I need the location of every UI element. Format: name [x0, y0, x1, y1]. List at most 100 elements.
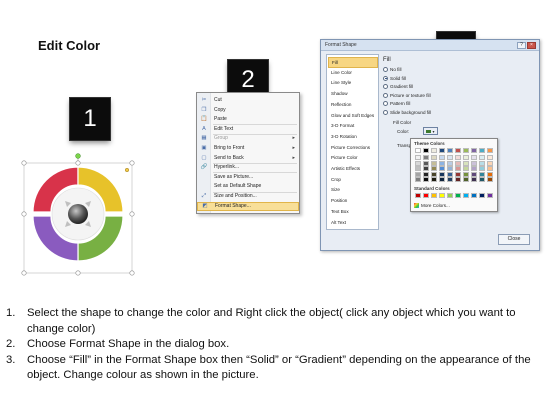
fill-option-slide-background-fill[interactable]: Slide background fill — [383, 109, 431, 115]
standard-color-swatch[interactable] — [463, 193, 469, 198]
fill-option-solid-fill[interactable]: Solid fill — [383, 75, 406, 81]
fill-option-pattern-fill[interactable]: Pattern fill — [383, 101, 410, 106]
color-wheel-shape[interactable] — [20, 152, 140, 280]
standard-color-swatch[interactable] — [415, 193, 421, 198]
category-item-fill[interactable]: Fill — [328, 57, 378, 68]
category-item-3-d-format[interactable]: 3-D Format — [328, 121, 378, 132]
theme-color-tint-swatch[interactable] — [431, 166, 437, 172]
category-item-picture-corrections[interactable]: Picture Corrections — [328, 143, 378, 154]
theme-color-swatch[interactable] — [415, 148, 421, 153]
theme-color-tint-swatch[interactable] — [487, 155, 493, 160]
radio-button[interactable] — [383, 101, 388, 106]
theme-color-tint-swatch[interactable] — [439, 171, 445, 177]
theme-color-tint-swatch[interactable] — [455, 160, 461, 166]
fill-option-picture-or-texture-fill[interactable]: Picture or texture fill — [383, 92, 431, 98]
category-item-alt-text[interactable]: Alt Text — [328, 218, 378, 229]
theme-color-swatch[interactable] — [447, 148, 453, 153]
theme-color-tint-swatch[interactable] — [471, 155, 477, 160]
theme-color-tint-swatch[interactable] — [463, 177, 469, 183]
theme-color-tint-swatch[interactable] — [463, 160, 469, 166]
fill-option-gradient-fill[interactable]: Gradient fill — [383, 84, 413, 89]
menu-item-size-and-position[interactable]: ⤢ Size and Position... — [197, 192, 299, 202]
theme-color-tint-swatch[interactable] — [455, 171, 461, 177]
theme-color-tint-swatch[interactable] — [415, 160, 421, 166]
standard-color-swatch[interactable] — [455, 193, 461, 198]
adjust-handle[interactable] — [124, 167, 130, 173]
rotate-handle[interactable] — [75, 153, 81, 159]
theme-color-tint-swatch[interactable] — [455, 177, 461, 183]
menu-item-copy[interactable]: ❐ Copy — [197, 106, 299, 116]
theme-color-tint-swatch[interactable] — [463, 166, 469, 172]
theme-color-tint-swatch[interactable] — [479, 171, 485, 177]
theme-color-tint-swatch[interactable] — [471, 171, 477, 177]
theme-color-tint-swatch[interactable] — [415, 177, 421, 183]
theme-color-tint-swatch[interactable] — [423, 171, 429, 177]
theme-color-tint-swatch[interactable] — [431, 171, 437, 177]
category-item-crop[interactable]: Crop — [328, 175, 378, 186]
category-item-glow-and-soft-edges[interactable]: Glow and Soft Edges — [328, 111, 378, 122]
standard-color-swatch[interactable] — [487, 193, 493, 198]
theme-color-tint-swatch[interactable] — [415, 171, 421, 177]
theme-color-swatch[interactable] — [455, 148, 461, 153]
theme-color-swatch[interactable] — [431, 148, 437, 153]
category-item-line-color[interactable]: Line Color — [328, 68, 378, 79]
theme-color-tint-swatch[interactable] — [431, 177, 437, 183]
theme-color-tint-swatch[interactable] — [471, 177, 477, 183]
theme-color-tint-swatch[interactable] — [463, 155, 469, 160]
theme-color-tint-swatch[interactable] — [487, 171, 493, 177]
standard-color-swatch[interactable] — [447, 193, 453, 198]
theme-color-swatch[interactable] — [471, 148, 477, 153]
theme-color-tint-swatch[interactable] — [479, 160, 485, 166]
theme-color-swatch[interactable] — [479, 148, 485, 153]
standard-color-swatch[interactable] — [439, 193, 445, 198]
theme-color-tint-swatch[interactable] — [447, 171, 453, 177]
theme-color-tint-swatch[interactable] — [447, 160, 453, 166]
theme-color-tint-swatch[interactable] — [479, 177, 485, 183]
theme-color-tint-swatch[interactable] — [487, 177, 493, 183]
theme-color-tint-swatch[interactable] — [439, 166, 445, 172]
theme-color-tint-swatch[interactable] — [431, 160, 437, 166]
standard-color-swatch[interactable] — [479, 193, 485, 198]
category-item-line-style[interactable]: Line Style — [328, 78, 378, 89]
category-item-text-box[interactable]: Text Box — [328, 207, 378, 218]
menu-item-save-as-picture[interactable]: Save as Picture... — [197, 173, 299, 183]
fill-option-no-fill[interactable]: No fill — [383, 67, 402, 72]
standard-color-swatch[interactable] — [471, 193, 477, 198]
radio-button[interactable] — [383, 84, 388, 89]
theme-color-tint-swatch[interactable] — [423, 160, 429, 166]
theme-color-tint-swatch[interactable] — [447, 155, 453, 160]
theme-color-tint-swatch[interactable] — [423, 155, 429, 160]
theme-color-tint-swatch[interactable] — [415, 155, 421, 160]
help-button[interactable]: ? — [517, 42, 526, 49]
theme-color-swatch[interactable] — [487, 148, 493, 153]
theme-color-tint-swatch[interactable] — [487, 160, 493, 166]
theme-color-tint-swatch[interactable] — [415, 166, 421, 172]
radio-button[interactable] — [383, 67, 388, 72]
radio-button[interactable] — [383, 92, 388, 98]
theme-color-tint-swatch[interactable] — [487, 166, 493, 172]
wheel-center-knob[interactable] — [68, 204, 88, 224]
theme-color-tint-swatch[interactable] — [423, 177, 429, 183]
category-item-size[interactable]: Size — [328, 185, 378, 196]
radio-button[interactable] — [383, 75, 388, 81]
theme-color-tint-swatch[interactable] — [423, 166, 429, 172]
theme-color-swatch[interactable] — [423, 148, 429, 153]
close-button[interactable]: Close — [498, 234, 530, 245]
more-colors-link[interactable]: More Colors... — [414, 203, 450, 208]
theme-color-swatch[interactable] — [439, 148, 445, 153]
theme-color-tint-swatch[interactable] — [447, 166, 453, 172]
menu-item-cut[interactable]: ✂ Cut — [197, 96, 299, 106]
theme-color-tint-swatch[interactable] — [439, 177, 445, 183]
theme-color-tint-swatch[interactable] — [447, 177, 453, 183]
theme-color-tint-swatch[interactable] — [455, 155, 461, 160]
standard-color-swatch[interactable] — [431, 193, 437, 198]
theme-color-tint-swatch[interactable] — [455, 166, 461, 172]
radio-button[interactable] — [383, 109, 388, 115]
theme-color-tint-swatch[interactable] — [463, 171, 469, 177]
category-item-position[interactable]: Position — [328, 196, 378, 207]
menu-item-bring-to-front[interactable]: ▣ Bring to Front ▸ — [197, 144, 299, 154]
theme-color-swatch[interactable] — [463, 148, 469, 153]
theme-color-tint-swatch[interactable] — [471, 166, 477, 172]
category-item-artistic-effects[interactable]: Artistic Effects — [328, 164, 378, 175]
theme-color-tint-swatch[interactable] — [479, 166, 485, 172]
